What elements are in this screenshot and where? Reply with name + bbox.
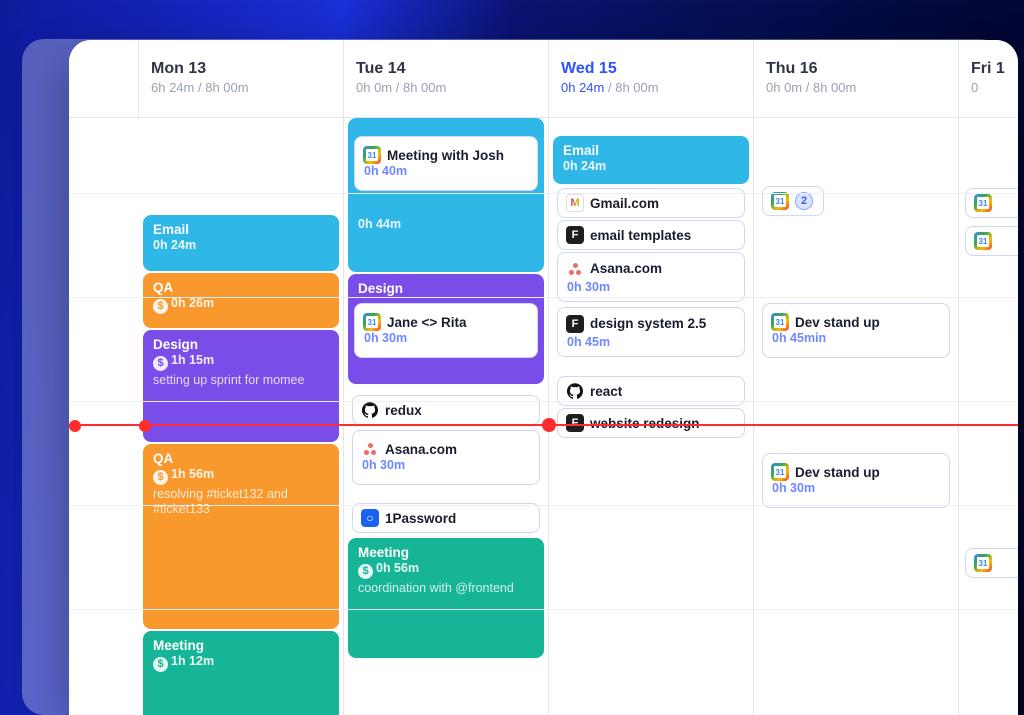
card-gmail[interactable]: Gmail.com <box>557 188 745 218</box>
day-col-thu[interactable]: Thu 16 0h 0m / 8h 00m 2 Dev stand up 0h … <box>754 40 959 715</box>
week-calendar: 9:00 10:00 11:00 12:00 13:00 11:15 Mon 1… <box>69 40 1018 715</box>
day-tracked: 0h 24m / 8h 00m <box>561 80 741 95</box>
card-item[interactable] <box>965 548 1018 578</box>
card-react[interactable]: react <box>557 376 745 406</box>
now-dot <box>542 418 556 432</box>
card-website-redesign[interactable]: website redesign <box>557 408 745 438</box>
card-meeting-josh[interactable]: Meeting with Josh 0h 40m <box>354 136 538 191</box>
coin-icon: $ <box>153 470 168 485</box>
github-icon <box>361 401 379 419</box>
gcal-icon <box>974 554 992 572</box>
event-qa[interactable]: QA $0h 26m <box>143 273 339 328</box>
card-design-system[interactable]: design system 2.5 0h 45m <box>557 307 745 357</box>
github-icon <box>566 382 584 400</box>
day-header[interactable]: Mon 13 6h 24m / 8h 00m <box>139 40 343 118</box>
day-header[interactable]: Fri 1 0 <box>959 40 1018 118</box>
day-tracked: 0 <box>971 80 1007 95</box>
gcal-icon <box>771 463 789 481</box>
event-email[interactable]: Email 0h 24m <box>143 215 339 271</box>
event-design[interactable]: Design $1h 15m setting up sprint for mom… <box>143 330 339 442</box>
figma-icon <box>566 315 584 333</box>
gmail-icon <box>566 194 584 212</box>
day-header[interactable]: Tue 14 0h 0m / 8h 00m <box>344 40 548 118</box>
card-dev-standup[interactable]: Dev stand up 0h 45min <box>762 303 950 358</box>
day-header[interactable]: Thu 16 0h 0m / 8h 00m <box>754 40 958 118</box>
day-col-fri[interactable]: Fri 1 0 <box>959 40 1018 715</box>
card-asana[interactable]: Asana.com 0h 30m <box>352 430 540 485</box>
gcal-icon <box>771 192 789 210</box>
1password-icon <box>361 509 379 527</box>
gcal-icon <box>974 194 992 212</box>
count-badge: 2 <box>795 192 813 210</box>
event-meeting[interactable]: Meeting $1h 12m <box>143 631 339 715</box>
figma-icon <box>566 226 584 244</box>
day-name: Tue 14 <box>356 60 536 78</box>
card-figma-templates[interactable]: email templates <box>557 220 745 250</box>
asana-icon <box>361 440 379 458</box>
card-redux[interactable]: redux <box>352 395 540 425</box>
event-email[interactable]: Email 0h 24m <box>553 136 749 184</box>
card-1password[interactable]: 1Password <box>352 503 540 533</box>
day-col-wed[interactable]: Wed 15 0h 24m / 8h 00m Email 0h 24m Gmai… <box>549 40 754 715</box>
figma-icon <box>566 414 584 432</box>
day-tracked: 6h 24m / 8h 00m <box>151 80 331 95</box>
coin-icon: $ <box>153 356 168 371</box>
day-header[interactable]: Wed 15 0h 24m / 8h 00m <box>549 40 753 118</box>
card-item[interactable] <box>965 226 1018 256</box>
card-event-count[interactable]: 2 <box>762 186 824 216</box>
coin-icon: $ <box>153 299 168 314</box>
card-item[interactable] <box>965 188 1018 218</box>
gcal-icon <box>363 313 381 331</box>
event-qa[interactable]: QA $1h 56m resolving #ticket132 and #tic… <box>143 444 339 629</box>
gcal-icon <box>771 313 789 331</box>
event-meeting[interactable]: Meeting $0h 56m coordination with @front… <box>348 538 544 658</box>
asana-icon <box>566 260 584 278</box>
gcal-icon <box>363 146 381 164</box>
day-name: Thu 16 <box>766 60 946 78</box>
card-asana[interactable]: Asana.com 0h 30m <box>557 252 745 302</box>
coin-icon: $ <box>153 657 168 672</box>
day-name: Mon 13 <box>151 60 331 78</box>
day-col-mon[interactable]: Mon 13 6h 24m / 8h 00m Email 0h 24m QA $… <box>139 40 344 715</box>
day-tracked: 0h 0m / 8h 00m <box>766 80 946 95</box>
calendar-frame: 9:00 10:00 11:00 12:00 13:00 11:15 Mon 1… <box>69 40 1018 715</box>
card-dev-standup[interactable]: Dev stand up 0h 30m <box>762 453 950 508</box>
day-name: Fri 1 <box>971 60 1007 78</box>
gcal-icon <box>974 232 992 250</box>
day-col-tue[interactable]: Tue 14 0h 0m / 8h 00m 0h 44m Meeting wit… <box>344 40 549 715</box>
card-jane-rita[interactable]: Jane <> Rita 0h 30m <box>354 303 538 358</box>
day-name: Wed 15 <box>561 60 741 78</box>
day-tracked: 0h 0m / 8h 00m <box>356 80 536 95</box>
time-gutter: 9:00 10:00 11:00 12:00 13:00 11:15 <box>69 40 139 715</box>
coin-icon: $ <box>358 564 373 579</box>
